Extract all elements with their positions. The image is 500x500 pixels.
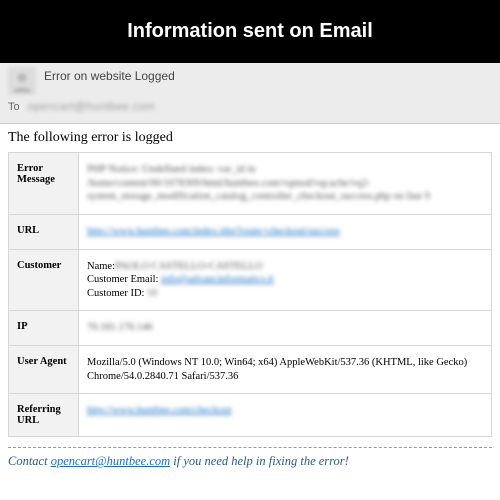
to-value: opencart@huntbee.com bbox=[28, 101, 156, 113]
sender-avatar-icon bbox=[8, 67, 36, 95]
email-header: Error on website Logged To opencart@hunt… bbox=[0, 63, 500, 124]
row-label: User Agent bbox=[9, 346, 79, 394]
customer-id-value: 98 bbox=[147, 288, 158, 299]
contact-prefix: Contact bbox=[8, 454, 51, 468]
customer-name-label: Name: bbox=[87, 261, 115, 272]
table-row: Error Message PHP Notice: Undefined inde… bbox=[9, 153, 492, 215]
customer-name-value: PAOLO CASTELLO-CASTELLO bbox=[115, 261, 263, 272]
email-subject: Error on website Logged bbox=[44, 69, 175, 83]
user-agent-value: Mozilla/5.0 (Windows NT 10.0; Win64; x64… bbox=[79, 346, 492, 394]
customer-email-link[interactable]: info@advancinformatics.it bbox=[161, 274, 274, 285]
customer-id-label: Customer ID: bbox=[87, 288, 144, 299]
table-row: IP 70.181.170.146 bbox=[9, 311, 492, 346]
ip-value: 70.181.170.146 bbox=[87, 322, 153, 333]
body-heading: The following error is logged bbox=[8, 130, 492, 146]
row-label: Customer bbox=[9, 249, 79, 311]
divider bbox=[8, 447, 492, 448]
contact-suffix: if you need help in fixing the error! bbox=[170, 454, 349, 468]
error-table: Error Message PHP Notice: Undefined inde… bbox=[8, 152, 492, 437]
table-row: Referring URL http://www.huntbee.com/che… bbox=[9, 394, 492, 437]
row-label: Error Message bbox=[9, 153, 79, 215]
contact-email-link[interactable]: opencart@huntbee.com bbox=[51, 454, 170, 468]
row-label: Referring URL bbox=[9, 394, 79, 437]
table-row: URL http://www.huntbee.com/index.php?rou… bbox=[9, 214, 492, 249]
customer-cell: Name:PAOLO CASTELLO-CASTELLO Customer Em… bbox=[79, 249, 492, 311]
email-body: The following error is logged Error Mess… bbox=[0, 124, 500, 477]
table-row: User Agent Mozilla/5.0 (Windows NT 10.0;… bbox=[9, 346, 492, 394]
page-title: Information sent on Email bbox=[0, 0, 500, 63]
customer-email-label: Customer Email: bbox=[87, 274, 158, 285]
table-row: Customer Name:PAOLO CASTELLO-CASTELLO Cu… bbox=[9, 249, 492, 311]
to-label: To bbox=[8, 101, 20, 113]
url-link[interactable]: http://www.huntbee.com/index.php?route=c… bbox=[87, 226, 340, 237]
contact-line: Contact opencart@huntbee.com if you need… bbox=[8, 454, 492, 469]
error-message-value: PHP Notice: Undefined index: var_id in /… bbox=[87, 164, 430, 202]
referring-url-link[interactable]: http://www.huntbee.com/checkout bbox=[87, 405, 232, 416]
row-label: IP bbox=[9, 311, 79, 346]
row-label: URL bbox=[9, 214, 79, 249]
